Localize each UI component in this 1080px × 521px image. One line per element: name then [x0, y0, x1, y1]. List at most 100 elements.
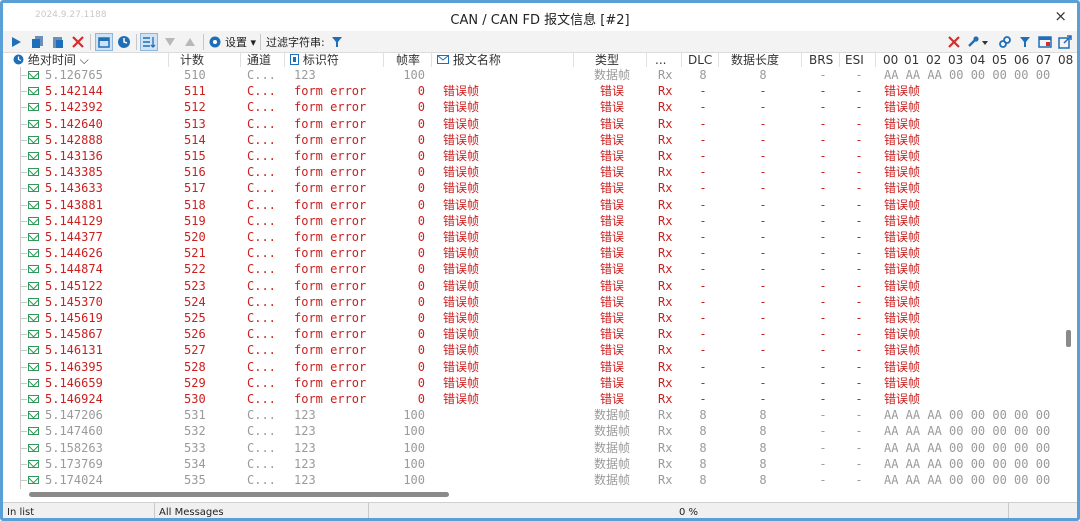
- column-channel[interactable]: 通道: [247, 53, 271, 67]
- table-row[interactable]: 5.145867 526 C... form error 0 错误帧 错误 Rx - - - - 错误帧: [3, 326, 1061, 342]
- table-row[interactable]: 5.143881 518 C... form error 0 错误帧 错误 Rx - - - - 错误帧: [3, 197, 1061, 213]
- cell-time: 5.146395: [45, 359, 103, 374]
- play-icon[interactable]: [7, 33, 25, 51]
- column-byte-00[interactable]: 00: [883, 53, 898, 67]
- table-row[interactable]: 5.158263 533 C... 123 100 数据帧 Rx 8 8 - - AA AA AA 0…: [3, 440, 1061, 456]
- cell-ch: C...: [247, 311, 276, 325]
- table-row[interactable]: 5.144874 522 C... form error 0 错误帧 错误 Rx - - - - 错误帧: [3, 261, 1061, 277]
- cell-dlc: -: [699, 294, 707, 309]
- table-row[interactable]: 5.147460 532 C... 123 100 数据帧 Rx 8 8 - - AA AA AA 0…: [3, 423, 1061, 439]
- cell-dir: Rx: [658, 116, 673, 131]
- wrench-icon[interactable]: [966, 33, 990, 51]
- column-id[interactable]: 标识符: [290, 53, 339, 67]
- cell-count: 518: [184, 197, 206, 212]
- cell-brs: -: [819, 246, 827, 261]
- copy-icon[interactable]: [29, 33, 47, 51]
- vertical-scroll-thumb[interactable]: [1066, 330, 1071, 347]
- filter-icon[interactable]: [328, 33, 346, 51]
- column-byte-04[interactable]: 04: [970, 53, 985, 67]
- cell-count: 510: [184, 68, 206, 82]
- column-byte-08[interactable]: 08: [1058, 53, 1073, 67]
- table-row[interactable]: 5.144377 520 C... form error 0 错误帧 错误 Rx - - - - 错误帧: [3, 229, 1061, 245]
- calendar-icon[interactable]: [95, 33, 113, 51]
- table-row[interactable]: 5.145122 523 C... form error 0 错误帧 错误 Rx - - - - 错误帧: [3, 278, 1061, 294]
- cell-len: -: [759, 100, 767, 115]
- table-row[interactable]: 5.174024 535 C... 123 100 数据帧 Rx 8 8 - - AA AA AA 0…: [3, 472, 1061, 488]
- table-row[interactable]: 5.146659 529 C... form error 0 错误帧 错误 Rx - - - - 错误帧: [3, 375, 1061, 391]
- cell-brs: -: [819, 68, 827, 82]
- clear-filter-icon[interactable]: [945, 33, 963, 51]
- table-row[interactable]: 5.146924 530 C... form error 0 错误帧 错误 Rx - - - - 错误帧: [3, 391, 1061, 407]
- cell-name: 错误帧: [443, 100, 480, 115]
- column-byte-07[interactable]: 07: [1036, 53, 1051, 67]
- cell-brs: -: [819, 149, 827, 163]
- close-icon[interactable]: ×: [1054, 7, 1067, 25]
- message-list[interactable]: 5.126765 510 C... 123 100 数据帧 Rx 8 8- - AA AA AA 0…: [3, 67, 1061, 489]
- column-type[interactable]: 类型: [595, 53, 619, 67]
- cell-esi: -: [855, 68, 863, 82]
- table-row[interactable]: 5.144129 519 C... form error 0 错误帧 错误 Rx - - - - 错误帧: [3, 213, 1061, 229]
- column-time[interactable]: 绝对时间 ⌵: [13, 53, 89, 67]
- column-name[interactable]: 报文名称: [437, 53, 501, 67]
- cell-count: 533: [184, 440, 206, 455]
- cell-data: 错误帧: [884, 132, 921, 147]
- up-arrow-icon[interactable]: [181, 33, 199, 51]
- table-row[interactable]: 5.142392 512 C... form error 0 错误帧 错误 Rx - - - - 错误帧: [3, 99, 1061, 115]
- down-arrow-icon[interactable]: [161, 33, 179, 51]
- column-dlc[interactable]: DLC: [688, 53, 712, 67]
- cell-id: form error: [294, 262, 367, 277]
- clock-icon[interactable]: [115, 33, 133, 51]
- window-icon[interactable]: [1036, 33, 1054, 51]
- table-row[interactable]: 5.147206 531 C... 123 100 数据帧 Rx 8 8 - - AA AA AA 0…: [3, 407, 1061, 423]
- paste-icon[interactable]: [49, 33, 67, 51]
- table-row[interactable]: 5.143385 516 C... form error 0 错误帧 错误 Rx - - - - 错误帧: [3, 164, 1061, 180]
- list-icon[interactable]: [140, 33, 158, 51]
- table-row[interactable]: 5.142144 511 C... form error 0 错误帧 错误 Rx - - - - 错误帧: [3, 83, 1061, 99]
- cell-brs: -: [819, 408, 827, 423]
- cell-esi: -: [855, 246, 863, 261]
- column-byte-01[interactable]: 01: [904, 53, 919, 67]
- table-row[interactable]: 5.126765 510 C... 123 100 数据帧 Rx 8 8 - - AA AA AA 0…: [3, 67, 1061, 83]
- table-row[interactable]: 5.145619 525 C... form error 0 错误帧 错误 Rx - - - - 错误帧: [3, 310, 1061, 326]
- gear-icon[interactable]: [206, 33, 224, 51]
- column-length[interactable]: 数据长度: [731, 53, 779, 67]
- column-byte-03[interactable]: 03: [948, 53, 963, 67]
- column-byte-02[interactable]: 02: [926, 53, 941, 67]
- cell-rate: 0: [417, 359, 425, 374]
- table-row[interactable]: 5.146395 528 C... form error 0 错误帧 错误 Rx - - - - 错误帧: [3, 359, 1061, 375]
- table-row[interactable]: 5.143136 515 C... form error 0 错误帧 错误 Rx - - - - 错误帧: [3, 148, 1061, 164]
- export-icon[interactable]: [1056, 33, 1074, 51]
- settings-menu[interactable]: 设置 ▾: [225, 34, 256, 50]
- table-row[interactable]: 5.143633 517 C... form error 0 错误帧 错误 Rx - - - - 错误帧: [3, 180, 1061, 196]
- delete-icon[interactable]: [69, 33, 87, 51]
- column-count[interactable]: 计数: [180, 53, 204, 67]
- cell-brs: -: [819, 230, 827, 244]
- cell-dir: Rx: [658, 262, 673, 277]
- table-row[interactable]: 5.146131 527 C... form error 0 错误帧 错误 Rx - - - - 错误帧: [3, 342, 1061, 358]
- tree-connector: [20, 350, 27, 352]
- envelope-icon: [28, 119, 39, 128]
- column-direction[interactable]: ...: [655, 53, 666, 67]
- vertical-scrollbar[interactable]: [1061, 67, 1077, 489]
- cell-ch: C...: [247, 424, 276, 439]
- cell-ch: C...: [247, 392, 276, 406]
- column-brs[interactable]: BRS: [809, 53, 833, 67]
- table-row[interactable]: 5.142640 513 C... form error 0 错误帧 错误 Rx - - - - 错误帧: [3, 116, 1061, 132]
- toolbar-separator: [260, 34, 261, 50]
- column-byte-05[interactable]: 05: [992, 53, 1007, 67]
- table-row[interactable]: 5.173769 534 C... 123 100 数据帧 Rx 8 8 - - AA AA AA 0…: [3, 456, 1061, 472]
- column-byte-06[interactable]: 06: [1014, 53, 1029, 67]
- horizontal-scrollbar[interactable]: [3, 489, 1077, 501]
- column-rate[interactable]: 帧率: [396, 53, 420, 67]
- table-row[interactable]: 5.142888 514 C... form error 0 错误帧 错误 Rx - - - - 错误帧: [3, 132, 1061, 148]
- cell-data: 错误帧: [884, 230, 921, 244]
- table-row[interactable]: 5.145370 524 C... form error 0 错误帧 错误 Rx - - - - 错误帧: [3, 294, 1061, 310]
- cell-count: 531: [184, 408, 206, 423]
- horizontal-scroll-thumb[interactable]: [29, 492, 449, 497]
- cell-count: 532: [184, 424, 206, 439]
- link-icon[interactable]: [996, 33, 1014, 51]
- table-row[interactable]: 5.144626 521 C... form error 0 错误帧 错误 Rx - - - - 错误帧: [3, 245, 1061, 261]
- funnel-icon[interactable]: [1016, 33, 1034, 51]
- column-esi[interactable]: ESI: [845, 53, 864, 67]
- cell-dlc: -: [699, 359, 707, 374]
